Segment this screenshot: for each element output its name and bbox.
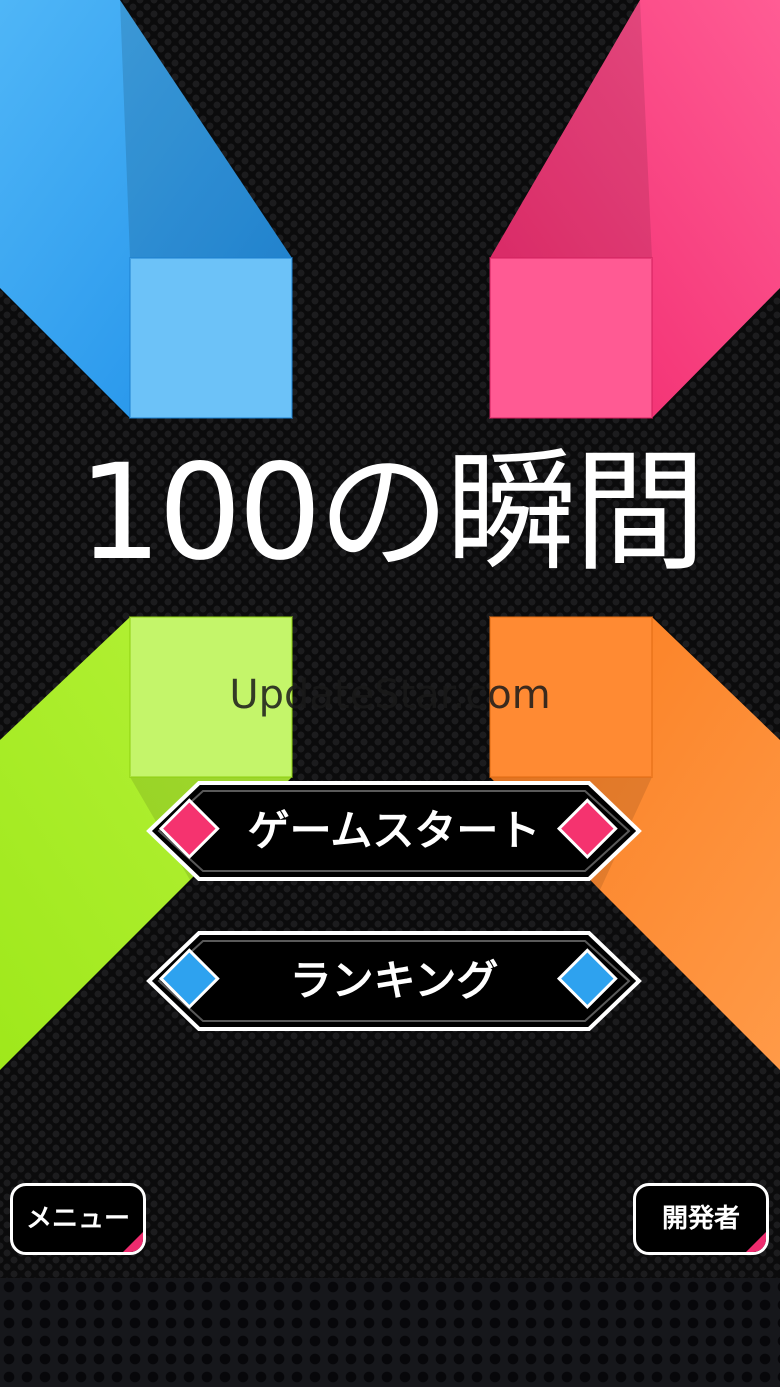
developer-button[interactable]: 開発者: [633, 1183, 769, 1255]
game-start-label: ゲームスタート: [247, 806, 541, 855]
corner-accent: [745, 1231, 766, 1252]
ranking-button[interactable]: ランキング: [145, 931, 643, 1031]
corner-accent: [122, 1231, 143, 1252]
menu-button[interactable]: メニュー: [10, 1183, 146, 1255]
game-start-button[interactable]: ゲームスタート: [145, 781, 643, 881]
ranking-label: ランキング: [289, 956, 499, 1005]
blue-ribbon: [0, 0, 293, 419]
pink-ribbon: [489, 0, 780, 419]
game-title: 100の瞬間: [78, 436, 706, 590]
bottom-bar: [0, 1278, 780, 1387]
game-title-screen: 100の瞬間 UpdateStar.com ゲームスタート ランキング メニュー…: [0, 0, 780, 1387]
watermark: UpdateStar.com: [229, 672, 551, 718]
